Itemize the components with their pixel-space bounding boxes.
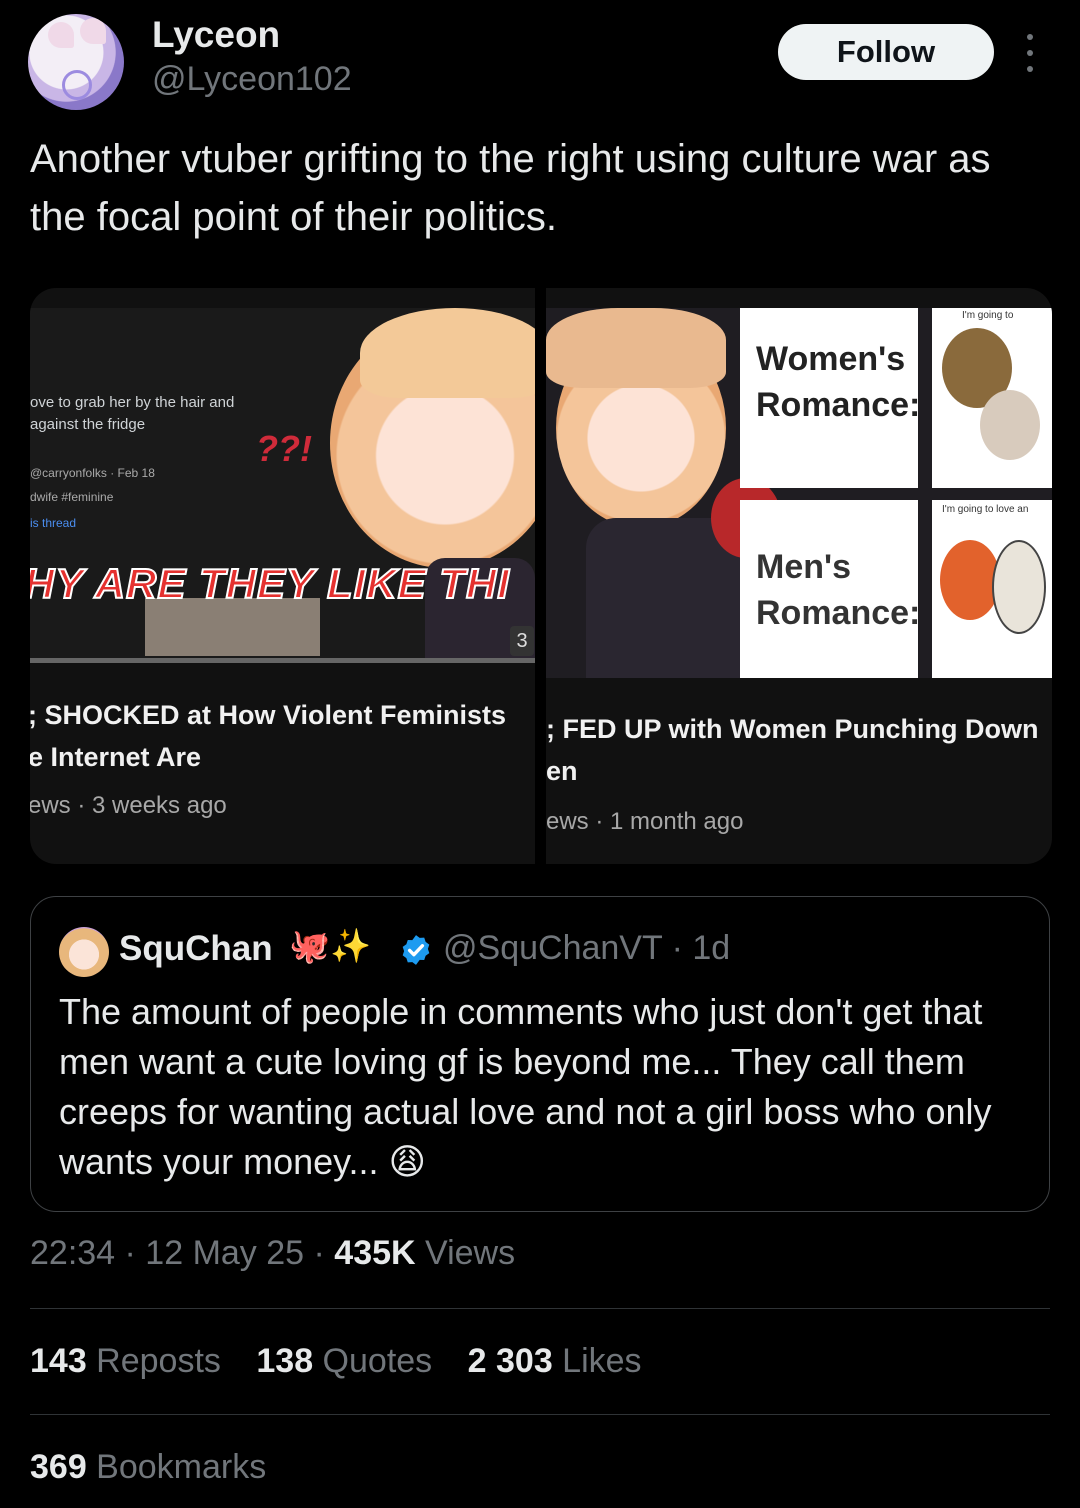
doodle-boy	[992, 540, 1046, 634]
video-progress-bar	[30, 658, 535, 663]
video-meta-left: ews · 3 weeks ago	[30, 792, 227, 819]
tweet-timestamp[interactable]: 22:34 · 12 May 25 · 435K Views	[30, 1234, 515, 1273]
quoted-tweet[interactable]: SquChan 🐙✨ @SquChanVT · 1d The amount of…	[30, 896, 1050, 1212]
bookmarks-count: 369	[30, 1448, 87, 1486]
video-meta-right: ews · 1 month ago	[546, 808, 744, 835]
thumbnail-question-marks: ??!	[256, 428, 312, 469]
author-avatar[interactable]	[28, 14, 124, 110]
reposts-stat[interactable]: 143 Reposts	[30, 1342, 221, 1380]
meme-tiny-text: I'm going to	[962, 310, 1014, 321]
thumbnail-title-text: HY ARE THEY LIKE THI	[30, 559, 510, 608]
thumbnail-snippet-tag: dwife #feminine	[30, 490, 114, 504]
views-count: 435K	[334, 1234, 416, 1272]
video-title-left-line2[interactable]: e Internet Are	[30, 736, 201, 778]
thumbnail-snippet-line: ove to grab her by the hair and	[30, 394, 235, 411]
timestamp-text: 22:34 · 12 May 25 ·	[30, 1234, 335, 1272]
thumbnail-snippet-link: is thread	[30, 516, 77, 530]
reposts-count: 143	[30, 1342, 87, 1380]
quoted-author-handle-time[interactable]: @SquChanVT · 1d	[443, 929, 730, 968]
quoted-author-name[interactable]: SquChan	[119, 929, 273, 969]
engagement-stats: 143 Reposts 138 Quotes 2 303 Likes	[30, 1342, 668, 1381]
video-thumbnail-left[interactable]: ove to grab her by the hair and against …	[30, 308, 535, 663]
tweet-text: Another vtuber grifting to the right usi…	[30, 137, 991, 239]
thumbnail-snippet-line: against the fridge	[30, 416, 146, 433]
doodle-girl-red	[940, 540, 1000, 620]
reposts-label: Reposts	[86, 1342, 221, 1380]
meme-panel-mens-art: I'm going to love an	[932, 500, 1052, 678]
meme-panel-mens: Men's Romance:	[740, 500, 921, 678]
doodle-dog	[980, 390, 1040, 460]
duration-badge: 3	[510, 626, 534, 656]
meme-panel-womens: Women's Romance:	[740, 308, 921, 488]
meme-panel-womens-art: I'm going to	[932, 308, 1052, 488]
meme-mens-text: Men's Romance:	[756, 548, 921, 632]
likes-count: 2 303	[467, 1342, 553, 1380]
divider	[30, 1308, 1050, 1309]
likes-label: Likes	[552, 1342, 642, 1380]
video-title-right-line2[interactable]: en	[546, 750, 578, 792]
more-options-icon[interactable]	[1016, 34, 1044, 72]
author-handle[interactable]: @Lyceon102	[152, 60, 352, 99]
video-card-left[interactable]: ove to grab her by the hair and against …	[30, 288, 535, 864]
character-hair	[546, 308, 726, 388]
meme-tiny-text: I'm going to love an	[942, 504, 1029, 515]
divider	[30, 1414, 1050, 1415]
video-thumbnail-right[interactable]: Women's Romance: I'm going to Men's Roma…	[546, 308, 1052, 678]
likes-stat[interactable]: 2 303 Likes	[468, 1342, 642, 1380]
quotes-label: Quotes	[313, 1342, 433, 1380]
video-title-left-line1[interactable]: ; SHOCKED at How Violent Feminists	[30, 694, 506, 736]
video-card-right[interactable]: Women's Romance: I'm going to Men's Roma…	[546, 288, 1052, 864]
quotes-count: 138	[256, 1342, 314, 1380]
verified-badge-icon	[402, 935, 430, 965]
quotes-stat[interactable]: 138 Quotes	[256, 1342, 432, 1380]
quoted-author-emoji: 🐙✨	[289, 927, 372, 964]
tweet-media[interactable]: ove to grab her by the hair and against …	[30, 288, 1052, 864]
author-name[interactable]: Lyceon	[152, 14, 280, 56]
thumbnail-snippet-meta: @carryonfolks · Feb 18	[30, 466, 155, 480]
quoted-tweet-text: The amount of people in comments who jus…	[59, 991, 992, 1182]
follow-button[interactable]: Follow	[778, 24, 994, 80]
quoted-author-avatar[interactable]	[59, 927, 109, 977]
meme-womens-text: Women's Romance:	[756, 340, 921, 424]
video-title-right-line1[interactable]: ; FED UP with Women Punching Down	[546, 708, 1039, 750]
bookmarks-label: Bookmarks	[86, 1448, 267, 1486]
views-label: Views	[415, 1234, 516, 1272]
bookmarks-stat[interactable]: 369 Bookmarks	[30, 1448, 266, 1487]
character-hair	[360, 308, 535, 398]
